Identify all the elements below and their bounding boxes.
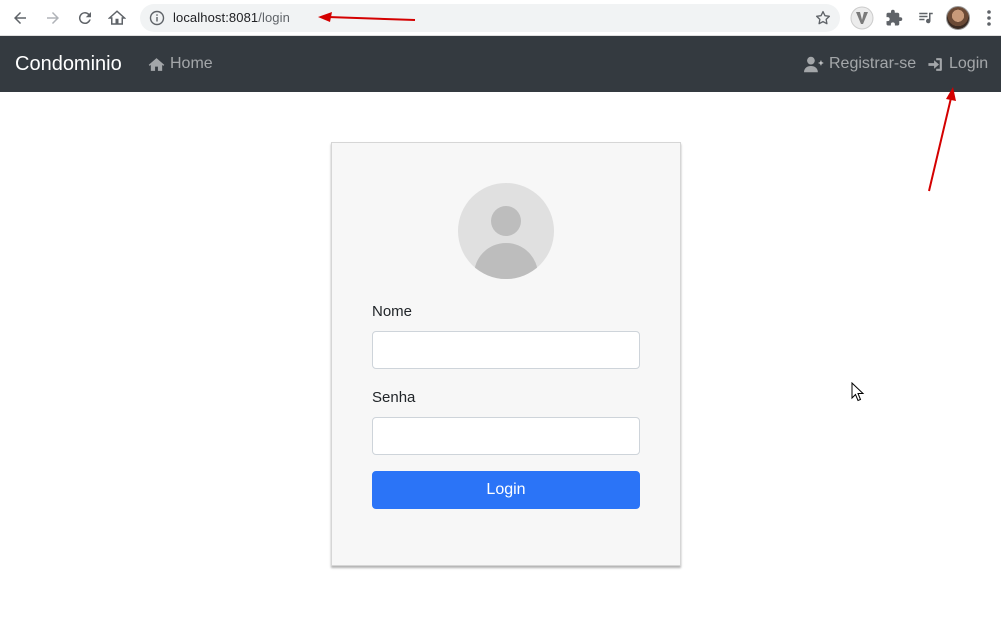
reload-icon[interactable]: [72, 5, 98, 31]
nav-home-link[interactable]: Home: [148, 55, 213, 73]
login-card: Nome Senha Login: [331, 142, 681, 566]
extension-v-icon[interactable]: [850, 6, 874, 30]
url-host: localhost:8081: [173, 10, 259, 25]
browser-toolbar: localhost:8081/login: [0, 0, 1001, 36]
address-bar[interactable]: localhost:8081/login: [140, 4, 840, 32]
back-icon[interactable]: [7, 5, 33, 31]
sign-in-icon: [928, 57, 942, 71]
home-icon[interactable]: [104, 5, 130, 31]
nav-login-link[interactable]: Login: [927, 55, 988, 73]
url-path: /login: [258, 10, 290, 25]
mouse-cursor-icon: [851, 382, 865, 402]
profile-avatar[interactable]: [946, 6, 970, 30]
login-button[interactable]: Login: [372, 471, 640, 509]
nav-login-label: Login: [949, 55, 989, 72]
profile-placeholder-icon: [458, 183, 554, 279]
nav-register-link[interactable]: Registrar-se: [804, 55, 916, 73]
name-label: Nome: [372, 303, 413, 320]
navbar: Condominio Home Registrar-se Login: [0, 36, 1001, 92]
menu-dots-icon[interactable]: [980, 8, 998, 28]
name-input[interactable]: [372, 331, 640, 369]
password-input[interactable]: [372, 417, 640, 455]
star-icon[interactable]: [814, 9, 832, 27]
media-queue-icon[interactable]: [914, 6, 938, 30]
url-text: localhost:8081/login: [173, 10, 290, 25]
nav-register-label: Registrar-se: [829, 55, 917, 72]
login-arrow-line: [928, 97, 952, 192]
forward-icon[interactable]: [40, 5, 66, 31]
info-icon[interactable]: [149, 10, 165, 26]
user-plus-icon: [804, 56, 824, 72]
puzzle-icon[interactable]: [882, 6, 906, 30]
nav-home-label: Home: [170, 55, 213, 72]
brand-link[interactable]: Condominio: [15, 53, 122, 76]
home-nav-icon: [148, 57, 165, 71]
password-label: Senha: [372, 389, 416, 406]
